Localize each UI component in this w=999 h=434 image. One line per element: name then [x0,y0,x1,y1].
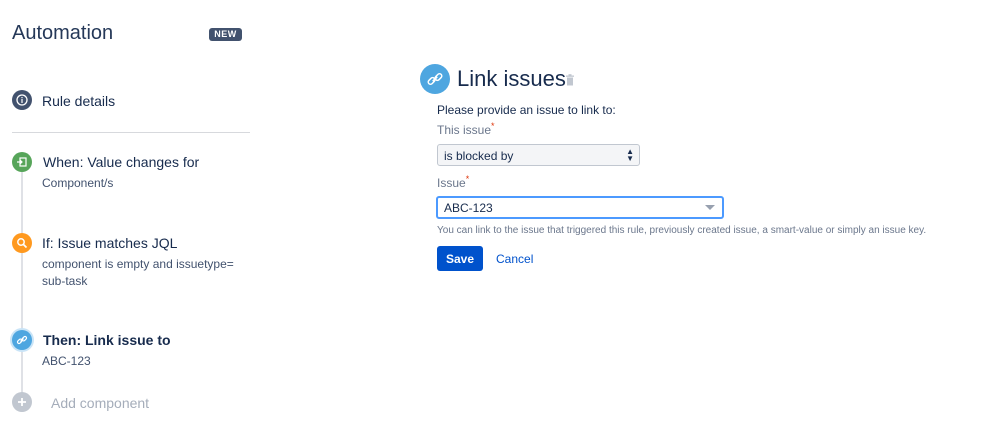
link-prompt: Please provide an issue to link to: [437,103,616,117]
search-icon[interactable] [12,233,32,253]
step-if-subtitle: component is empty and issuetype= sub-ta… [42,257,234,288]
add-icon[interactable] [12,392,32,412]
rule-details-link[interactable]: Rule details [42,93,115,109]
chevron-down-icon[interactable] [705,205,715,210]
panel-title: Link issues [457,66,566,91]
step-then-title[interactable]: Then: Link issue to [43,332,171,348]
this-issue-label: This issue* [437,121,495,137]
link-icon [420,64,450,94]
sidebar-divider [12,132,250,133]
info-icon[interactable] [12,90,32,110]
link-type-select[interactable]: is blocked by ▲ ▼ [437,144,640,166]
step-when-subtitle: Component/s [42,176,114,190]
timeline-line [21,172,23,404]
save-button[interactable]: Save [437,246,483,271]
link-icon[interactable] [12,330,32,350]
app-title: Automation [12,22,114,44]
step-if-title[interactable]: If: Issue matches JQL [42,235,177,251]
select-arrows-icon: ▲ ▼ [626,147,634,163]
issue-field[interactable]: ABC-123 [436,196,724,219]
issue-help-text: You can link to the issue that triggered… [437,225,927,236]
step-when-title[interactable]: When: Value changes for [43,154,199,170]
issue-label: Issue* [437,174,470,190]
trigger-icon[interactable] [12,152,32,172]
step-then-subtitle: ABC-123 [42,354,91,368]
new-badge: NEW [209,28,242,41]
add-component-link[interactable]: Add component [51,395,149,411]
trash-icon[interactable] [565,73,575,91]
cancel-button[interactable]: Cancel [496,252,533,266]
